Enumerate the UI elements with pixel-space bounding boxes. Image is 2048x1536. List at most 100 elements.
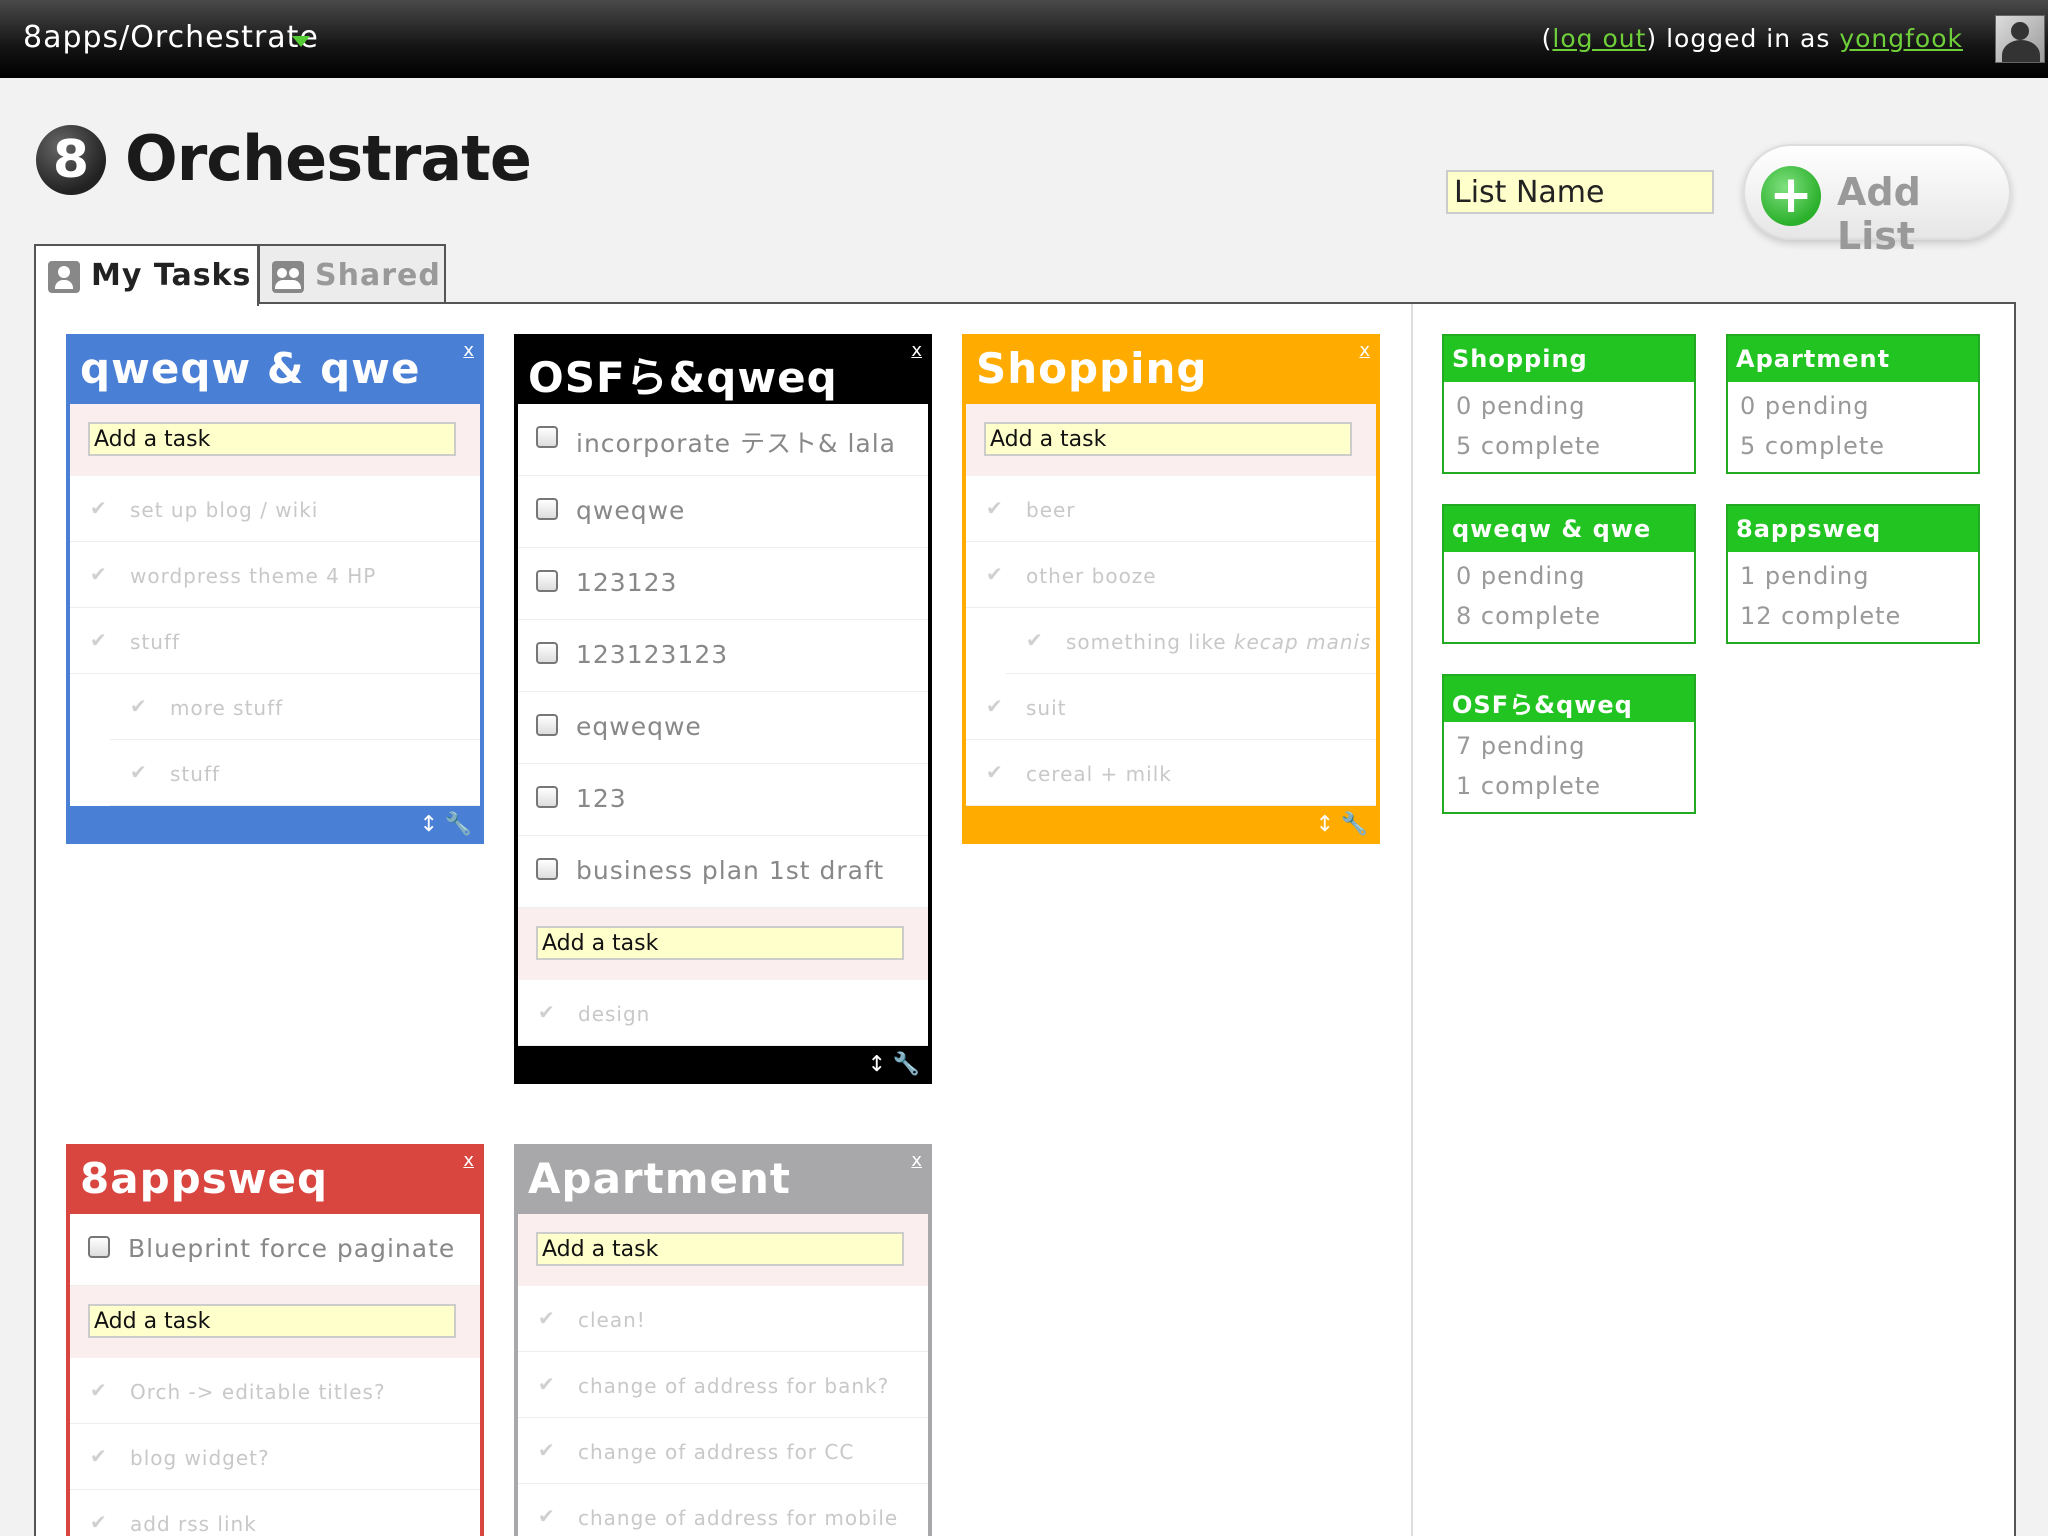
done-task[interactable]: ✔ design <box>518 980 928 1046</box>
card-title[interactable]: qweqw & qwe <box>80 344 420 393</box>
avatar[interactable] <box>1995 15 2045 63</box>
close-list-button[interactable]: x <box>911 340 922 361</box>
task-checkbox[interactable] <box>536 714 558 736</box>
check-icon: ✔ <box>538 1000 555 1024</box>
task-text[interactable]: business plan 1st draft <box>576 856 884 885</box>
check-icon: ✔ <box>538 1372 555 1396</box>
task-text[interactable]: incorporate テスト& lala <box>576 424 896 460</box>
add-task-input[interactable] <box>88 1304 456 1338</box>
task-checkbox[interactable] <box>536 858 558 880</box>
done-subtask[interactable]: ✔ stuff <box>110 740 480 806</box>
user-area: (log out) logged in as yongfook <box>1542 24 1963 53</box>
summary-complete: 5 complete <box>1740 432 1885 460</box>
summary-complete: 8 complete <box>1456 602 1601 630</box>
close-list-button[interactable]: x <box>911 1150 922 1171</box>
done-task[interactable]: ✔ add rss link <box>70 1490 480 1536</box>
done-task[interactable]: ✔ change of address for CC <box>518 1418 928 1484</box>
task-checkbox[interactable] <box>536 570 558 592</box>
check-icon: ✔ <box>90 1510 107 1534</box>
list-name-input[interactable] <box>1446 170 1714 214</box>
chevron-down-icon[interactable] <box>292 36 310 47</box>
list-card-apartment: Apartment x ✔ clean! ✔ change of address f… <box>514 1144 932 1536</box>
summary-apartment[interactable]: Apartment 0 pending 5 complete <box>1726 334 1980 474</box>
card-header: 8appsweq x <box>70 1144 480 1214</box>
close-list-button[interactable]: x <box>463 1150 474 1171</box>
check-icon: ✔ <box>986 694 1003 718</box>
add-task-row <box>70 404 480 476</box>
add-list-button[interactable]: + Add List <box>1743 144 2011 258</box>
card-title[interactable]: Apartment <box>528 1154 791 1203</box>
wrench-icon[interactable]: 🔧 <box>1341 812 1368 837</box>
task-item: incorporate テスト& lala <box>518 404 928 476</box>
paren-close: ) <box>1646 24 1658 53</box>
move-icon[interactable]: ↕ <box>868 1052 886 1077</box>
task-item: business plan 1st draft <box>518 836 928 908</box>
add-task-input[interactable] <box>984 422 1352 456</box>
wrench-icon[interactable]: 🔧 <box>445 812 472 837</box>
done-task[interactable]: ✔ clean! <box>518 1286 928 1352</box>
summary-osf[interactable]: OSFら&qweq 7 pending 1 complete <box>1442 674 1696 814</box>
card-title[interactable]: Shopping <box>976 344 1208 393</box>
check-icon: ✔ <box>538 1438 555 1462</box>
card-title[interactable]: 8appsweq <box>80 1154 328 1203</box>
summary-pending: 0 pending <box>1456 392 1586 420</box>
wrench-icon[interactable]: 🔧 <box>893 1052 920 1077</box>
done-subtask[interactable]: ✔ something like kecap manis <box>1006 608 1376 674</box>
page-title: Orchestrate <box>125 122 532 195</box>
done-task[interactable]: ✔ set up blog / wiki <box>70 476 480 542</box>
user-icon <box>48 261 80 293</box>
plus-icon: + <box>1761 166 1821 226</box>
done-task[interactable]: ✔ beer <box>966 476 1376 542</box>
username-link[interactable]: yongfook <box>1839 24 1963 53</box>
done-task[interactable]: ✔ other booze <box>966 542 1376 608</box>
done-task-text: stuff <box>130 630 181 654</box>
card-footer: ↕ 🔧 <box>518 1046 928 1084</box>
done-subtask[interactable]: ✔ more stuff <box>110 674 480 740</box>
done-task[interactable]: ✔ cereal + milk <box>966 740 1376 806</box>
card-body: ✔ clean! ✔ change of address for bank? ✔ ch… <box>518 1214 928 1536</box>
add-task-input[interactable] <box>88 422 456 456</box>
tab-shared[interactable]: Shared <box>258 244 446 304</box>
task-checkbox[interactable] <box>536 786 558 808</box>
task-text[interactable]: Blueprint force paginate <box>128 1234 455 1263</box>
done-task-text: change of address for mobile <box>578 1506 899 1530</box>
tab-my-tasks[interactable]: My Tasks <box>34 244 259 306</box>
app-switcher[interactable]: 8apps/Orchestrate <box>23 20 319 55</box>
task-text[interactable]: 123123123 <box>576 640 728 669</box>
summary-8appsweq[interactable]: 8appsweq 1 pending 12 complete <box>1726 504 1980 644</box>
close-list-button[interactable]: x <box>463 340 474 361</box>
card-header: Apartment x <box>518 1144 928 1214</box>
done-task[interactable]: ✔ change of address for bank? <box>518 1352 928 1418</box>
task-text[interactable]: 123123 <box>576 568 677 597</box>
card-header: Shopping x <box>966 334 1376 404</box>
summary-shopping[interactable]: Shopping 0 pending 5 complete <box>1442 334 1696 474</box>
card-title[interactable]: OSFら&qweq <box>528 344 838 405</box>
close-list-button[interactable]: x <box>1359 340 1370 361</box>
task-text[interactable]: qweqwe <box>576 496 685 525</box>
check-icon: ✔ <box>90 562 107 586</box>
task-checkbox[interactable] <box>536 498 558 520</box>
task-checkbox[interactable] <box>536 426 558 448</box>
summary-title: Apartment <box>1736 345 1891 373</box>
card-body: incorporate テスト& lala qweqwe 123123 1231… <box>518 404 928 1046</box>
task-checkbox[interactable] <box>536 642 558 664</box>
done-task[interactable]: ✔ Orch -> editable titles? <box>70 1358 480 1424</box>
add-task-input[interactable] <box>536 1232 904 1266</box>
done-task[interactable]: ✔ wordpress theme 4 HP <box>70 542 480 608</box>
done-task[interactable]: ✔ blog widget? <box>70 1424 480 1490</box>
summary-qweqw[interactable]: qweqw & qwe 0 pending 8 complete <box>1442 504 1696 644</box>
add-task-input[interactable] <box>536 926 904 960</box>
task-text[interactable]: 123 <box>576 784 627 813</box>
done-task-text: clean! <box>578 1308 646 1332</box>
move-icon[interactable]: ↕ <box>420 812 438 837</box>
task-checkbox[interactable] <box>88 1236 110 1258</box>
task-item: qweqwe <box>518 476 928 548</box>
list-card-qweqw: qweqw & qwe x ✔ set up blog / wiki ✔ wordp… <box>66 334 484 844</box>
done-task-text-wrap: something like kecap manis <box>1066 630 1371 654</box>
done-task[interactable]: ✔ stuff <box>70 608 480 674</box>
done-task[interactable]: ✔ suit <box>966 674 1376 740</box>
logout-link[interactable]: log out <box>1552 24 1646 53</box>
task-text[interactable]: eqweqwe <box>576 712 702 741</box>
move-icon[interactable]: ↕ <box>1316 812 1334 837</box>
done-task[interactable]: ✔ change of address for mobile <box>518 1484 928 1536</box>
